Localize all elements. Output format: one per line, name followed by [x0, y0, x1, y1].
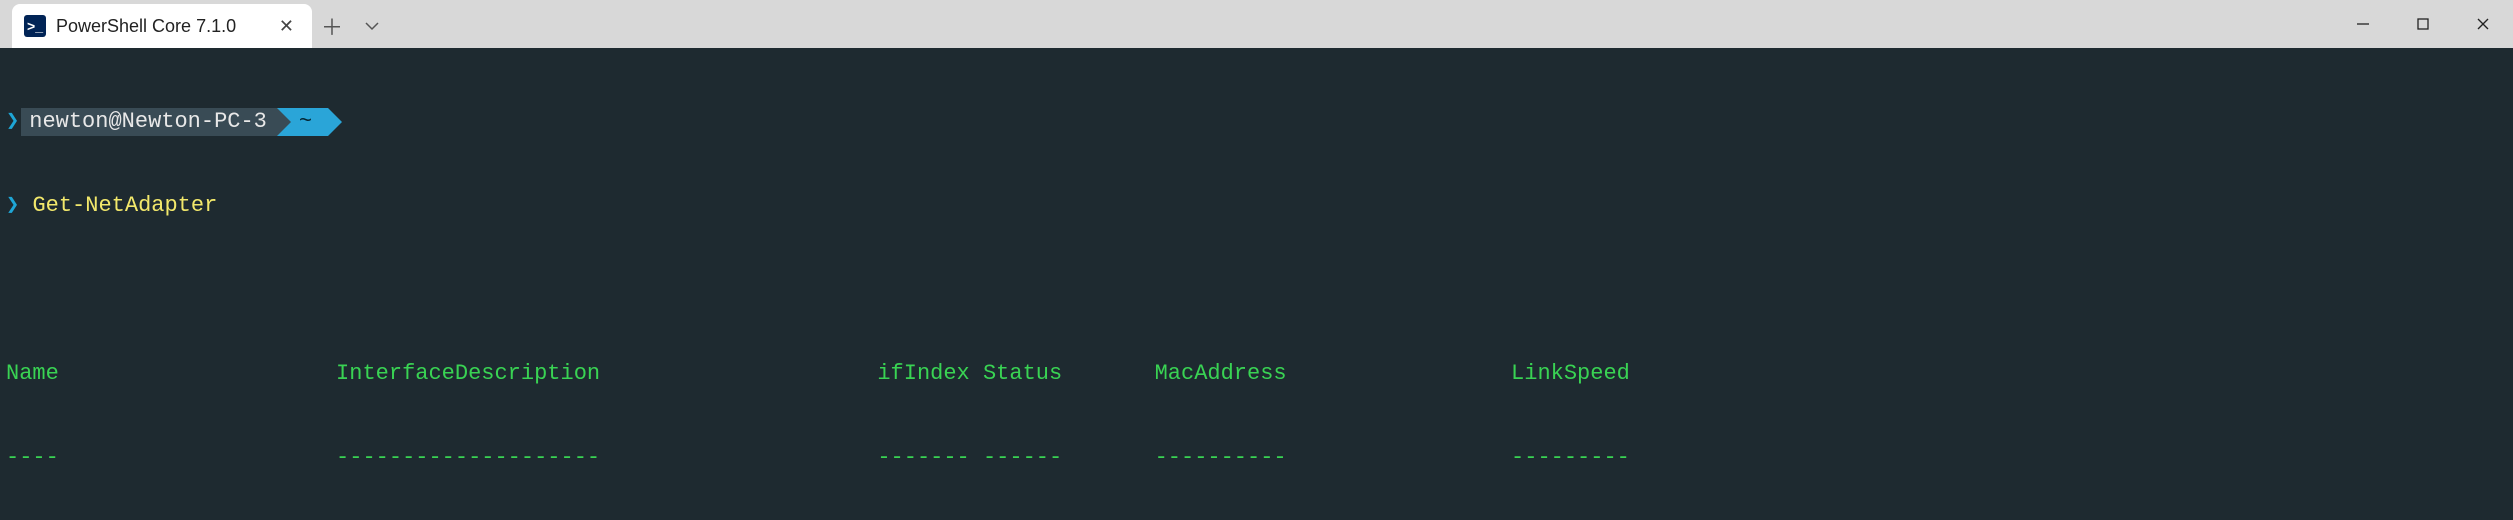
- window-controls: [2333, 0, 2513, 48]
- maximize-button[interactable]: [2393, 0, 2453, 48]
- prompt-line: ❯ newton@Newton-PC-3 ~: [0, 108, 2513, 136]
- command-text: Get-NetAdapter: [32, 193, 217, 218]
- table-header: Name InterfaceDescription ifIndex Status…: [0, 360, 2513, 388]
- tab-title: PowerShell Core 7.1.0: [56, 16, 236, 37]
- minimize-button[interactable]: [2333, 0, 2393, 48]
- command-caret-icon: ❯: [6, 193, 19, 218]
- terminal[interactable]: ❯ newton@Newton-PC-3 ~ ❯ Get-NetAdapter …: [0, 48, 2513, 520]
- new-tab-button[interactable]: ＋: [312, 4, 352, 48]
- blank-line: [0, 276, 2513, 304]
- table-separator: ---- -------------------- ------- ------…: [0, 444, 2513, 472]
- close-button[interactable]: [2453, 0, 2513, 48]
- titlebar: >_ PowerShell Core 7.1.0 ✕ ＋: [0, 0, 2513, 48]
- tab-dropdown-icon[interactable]: [352, 4, 392, 48]
- prompt-user-segment: newton@Newton-PC-3: [21, 108, 277, 136]
- powershell-icon: >_: [24, 15, 46, 37]
- tab-close-icon[interactable]: ✕: [275, 12, 298, 41]
- command-line: ❯ Get-NetAdapter: [0, 192, 2513, 220]
- tab-active[interactable]: >_ PowerShell Core 7.1.0 ✕: [12, 4, 312, 48]
- prompt-caret-icon: ❯: [0, 108, 21, 136]
